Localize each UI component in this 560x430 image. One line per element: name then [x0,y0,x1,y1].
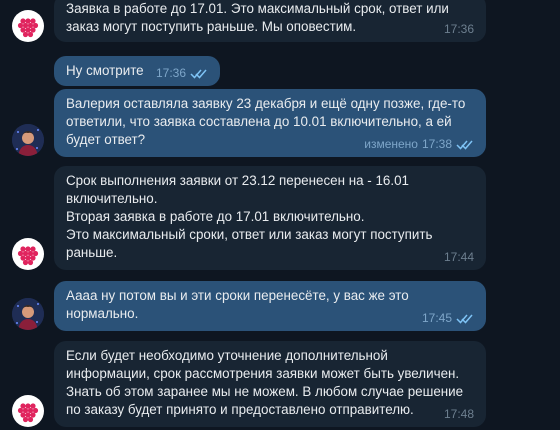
edited-label: изменено [364,137,418,151]
photo-avatar-icon [12,298,44,330]
double-check-icon [456,140,473,150]
photo-avatar-icon [12,124,44,156]
message-time: 17:36 [155,66,186,80]
message-meta: 17:45 [422,309,474,327]
message-meta: 17:44 [444,248,474,266]
message-bubble[interactable]: Аааа ну потом вы и эти сроки перенесёте,… [54,281,486,331]
support-avatar[interactable] [12,10,44,42]
raspberry-dots-logo-icon [17,403,39,423]
double-check-icon [190,69,207,79]
raspberry-dots-logo-icon [17,18,39,38]
double-check-icon [456,314,473,324]
raspberry-dots-logo-icon [17,246,39,266]
message-time: 17:38 [421,137,452,151]
user-avatar[interactable] [12,124,44,156]
message-text: Заявка в работе до 17.01. Это максимальн… [66,1,449,34]
message-time: 17:45 [421,311,452,325]
message-meta: 17:36 [156,64,208,82]
support-avatar[interactable] [12,395,44,427]
message-text: Срок выполнения заявки от 23.12 перенесе… [66,173,433,260]
message-meta: изменено 17:38 [364,135,474,153]
message-bubble[interactable]: Срок выполнения заявки от 23.12 перенесе… [54,166,486,270]
message-time: 17:48 [443,407,474,421]
support-avatar[interactable] [12,238,44,270]
message-time: 17:36 [443,22,474,36]
message-meta: 17:48 [444,405,474,423]
message-bubble[interactable]: Если будет необходимо уточнение дополнит… [54,341,486,427]
message-bubble[interactable]: Валерия оставляла заявку 23 декабря и ещ… [54,89,486,157]
message-meta: 17:36 [444,20,474,38]
user-avatar[interactable] [12,298,44,330]
message-text: Если будет необходимо уточнение дополнит… [66,348,464,417]
message-text: Аааа ну потом вы и эти сроки перенесёте,… [66,288,409,321]
message-bubble[interactable]: Заявка в работе до 17.01. Это максимальн… [54,0,486,42]
message-bubble[interactable]: Ну смотрите 17:36 [54,56,220,86]
message-time: 17:44 [443,250,474,264]
